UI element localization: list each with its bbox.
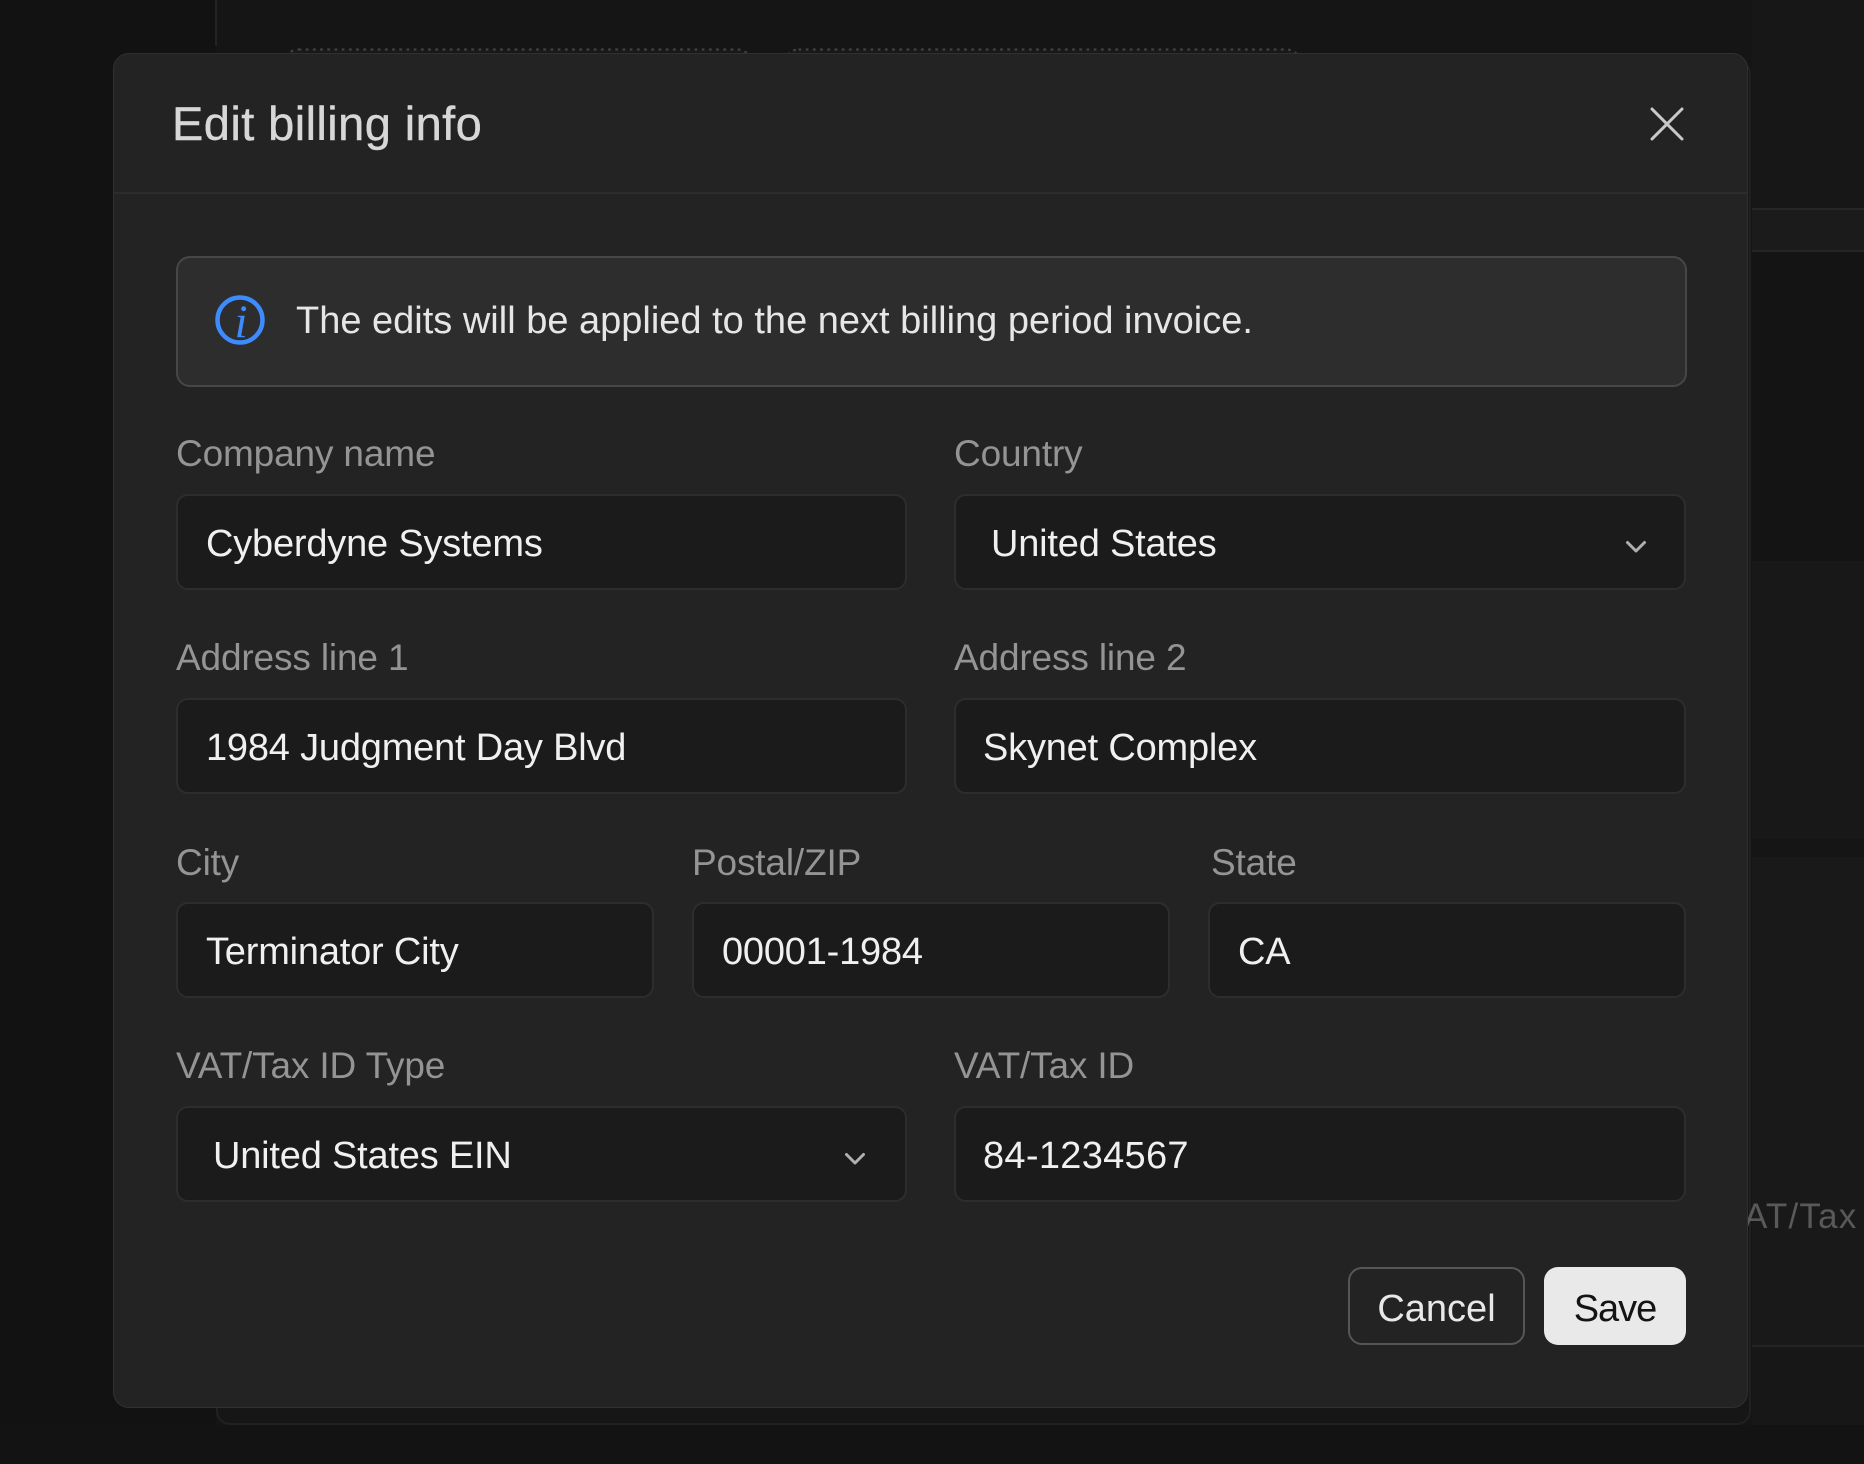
svg-text:i: i [234,296,247,346]
